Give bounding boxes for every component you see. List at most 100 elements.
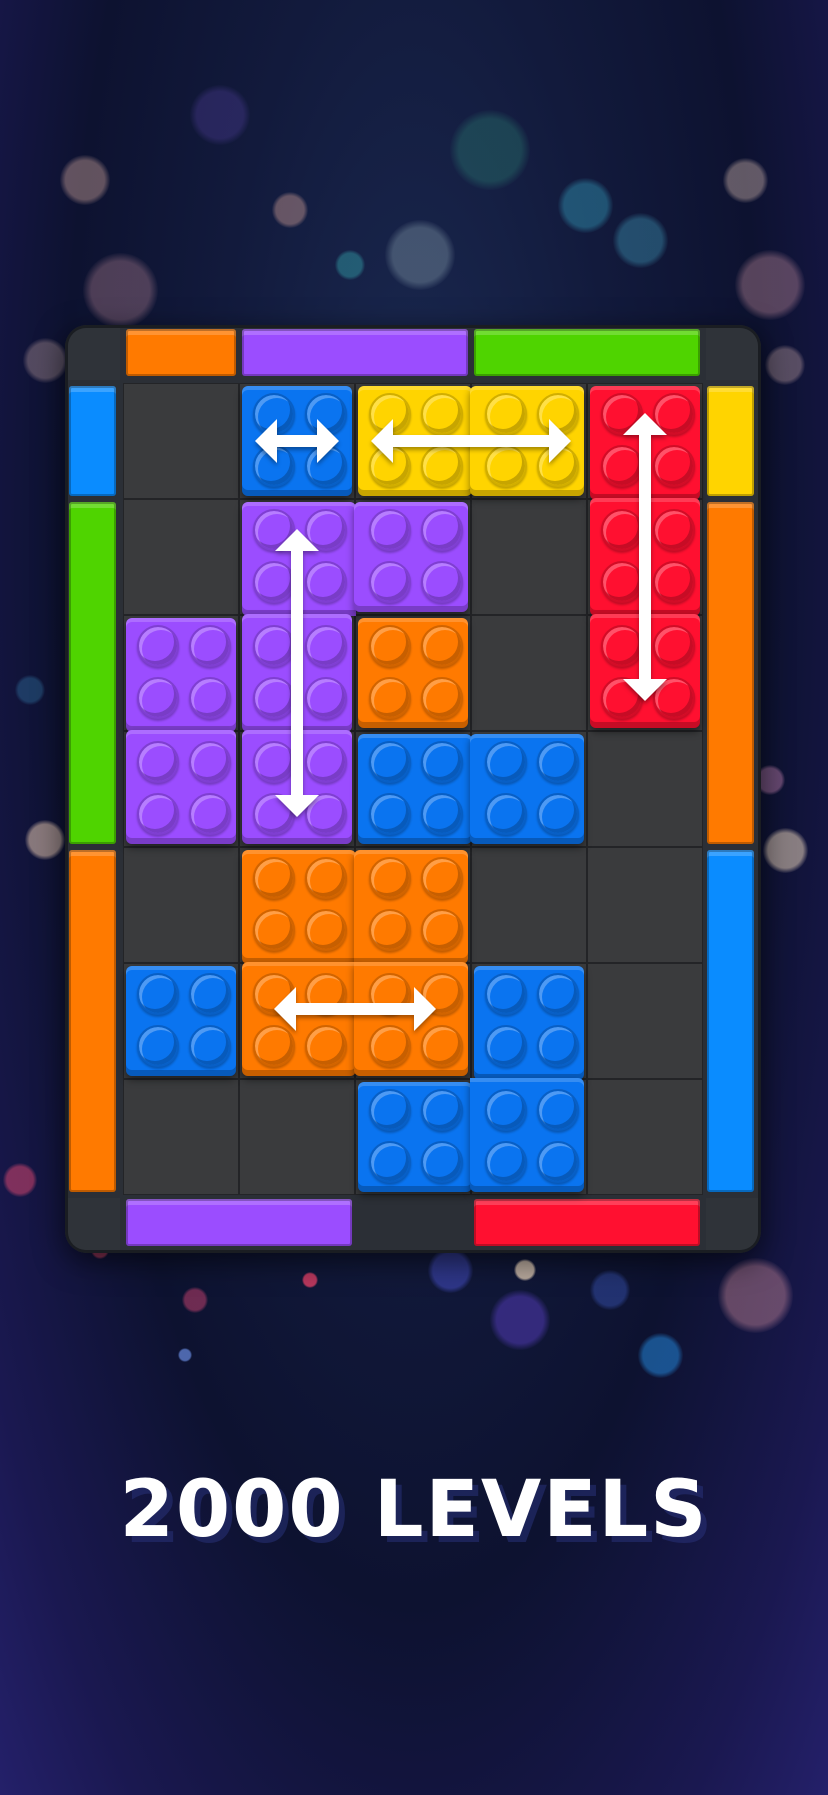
block-stud (485, 1025, 527, 1067)
arrow-shape (275, 529, 319, 817)
bokeh-light (22, 337, 68, 383)
block-stud (189, 741, 231, 783)
bokeh-light (427, 1247, 473, 1293)
grid-cell (587, 963, 703, 1079)
block-stud (189, 973, 231, 1015)
bokeh-light (385, 220, 455, 290)
block-stud (369, 857, 411, 899)
block-stud (421, 793, 463, 835)
vertical-move-arrow-icon (275, 529, 319, 817)
exit-gate-right-sky (707, 850, 754, 1192)
bokeh-light (735, 250, 805, 320)
block-stud (137, 677, 179, 719)
exit-gate-right-yellow (707, 386, 754, 496)
arrow-shape (623, 413, 667, 701)
bokeh-light (722, 157, 768, 203)
board-corner (68, 1198, 120, 1250)
bokeh-light (717, 1257, 793, 1333)
grid-cell (123, 499, 239, 615)
horizontal-move-arrow-icon (371, 419, 571, 463)
bokeh-light (3, 1163, 37, 1197)
block-stud (189, 625, 231, 667)
exit-gate-left-orange (69, 850, 116, 1192)
block-stud (253, 909, 295, 951)
bokeh-light (590, 1270, 630, 1310)
exit-gate-bottom-purple (126, 1199, 352, 1246)
board-corner (706, 1198, 758, 1250)
block-stud (369, 909, 411, 951)
block-stud (189, 1025, 231, 1067)
block-stud (369, 1089, 411, 1131)
exit-gate-top-green (474, 329, 700, 376)
bokeh-light (514, 1259, 536, 1281)
block-stud (137, 793, 179, 835)
block-stud (421, 1089, 463, 1131)
grid-cell (471, 499, 587, 615)
grid-cell (587, 1079, 703, 1195)
levels-caption: 2000 LEVELS (119, 1465, 709, 1555)
exit-gate-top-orange (126, 329, 236, 376)
arrow-shape (274, 987, 436, 1032)
bokeh-light (557, 177, 613, 233)
block-stud (137, 625, 179, 667)
block-stud (537, 1089, 579, 1131)
block-stud (537, 973, 579, 1015)
bokeh-light (60, 155, 110, 205)
grid-cell (471, 847, 587, 963)
block-stud (369, 561, 411, 603)
bokeh-light (302, 1272, 318, 1288)
grid-cell (587, 847, 703, 963)
bokeh-light (335, 250, 365, 280)
block-stud (421, 509, 463, 551)
block-stud (305, 909, 347, 951)
block-stud (189, 793, 231, 835)
grid-cell (239, 1079, 355, 1195)
block-stud (421, 741, 463, 783)
block-stud (253, 857, 295, 899)
bokeh-light (450, 110, 530, 190)
bokeh-light (182, 1287, 208, 1313)
block-stud (369, 1141, 411, 1183)
block-stud (369, 793, 411, 835)
block-stud (485, 741, 527, 783)
block-stud (421, 857, 463, 899)
arrow-shape (371, 419, 571, 463)
grid-cell (123, 847, 239, 963)
bokeh-light (765, 345, 805, 385)
block-stud (485, 973, 527, 1015)
block-stud (421, 561, 463, 603)
block-stud (369, 741, 411, 783)
bokeh-light (82, 252, 158, 328)
block-stud (485, 793, 527, 835)
block-stud (485, 1089, 527, 1131)
block-stud (537, 741, 579, 783)
block-stud (137, 973, 179, 1015)
block-stud (189, 677, 231, 719)
block-stud (537, 1025, 579, 1067)
exit-gate-right-orange (707, 502, 754, 844)
bokeh-light (490, 1290, 550, 1350)
block-stud (369, 509, 411, 551)
block-stud (369, 625, 411, 667)
vertical-move-arrow-icon (623, 413, 667, 701)
horizontal-move-arrow-icon (255, 419, 339, 463)
bokeh-light (762, 827, 808, 873)
bokeh-light (272, 192, 308, 228)
board-corner (706, 328, 758, 380)
exit-gate-top-purple (242, 329, 468, 376)
block-stud (137, 1025, 179, 1067)
block-stud (485, 1141, 527, 1183)
block-stud (421, 909, 463, 951)
grid-cell (471, 615, 587, 731)
bokeh-light (15, 675, 45, 705)
grid-cell (123, 1079, 239, 1195)
exit-gate-bottom-red (474, 1199, 700, 1246)
block-stud (421, 1141, 463, 1183)
horizontal-move-arrow-icon (274, 987, 436, 1032)
block-stud (305, 857, 347, 899)
block-stud (537, 793, 579, 835)
bokeh-light (637, 1332, 683, 1378)
grid-cell (123, 383, 239, 499)
game-board (65, 325, 761, 1253)
arrow-shape (255, 419, 339, 463)
